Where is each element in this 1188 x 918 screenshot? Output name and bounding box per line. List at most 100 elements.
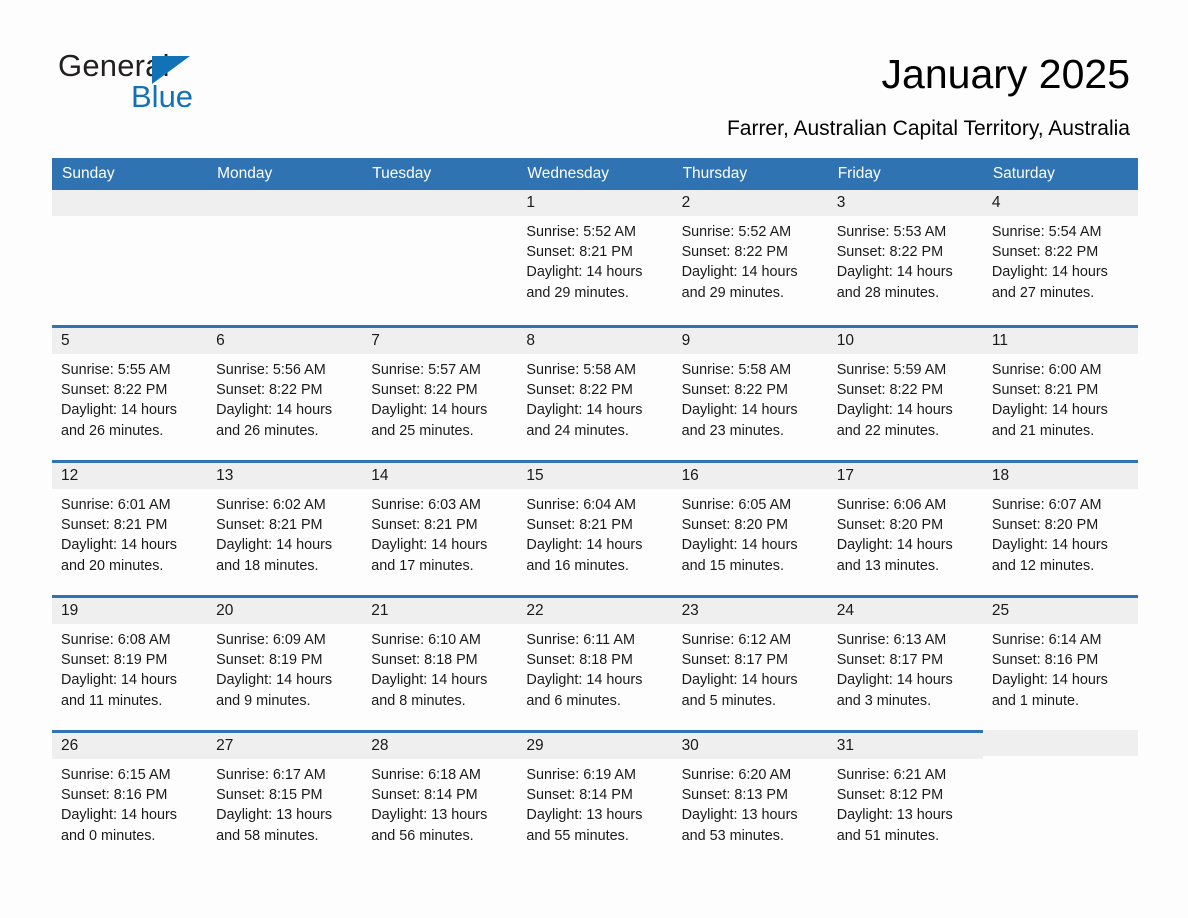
day-cell-18[interactable]: 18 Sunrise: 6:07 AM Sunset: 8:20 PM Dayligh… — [982, 460, 1138, 595]
day-cell-9[interactable]: 9 Sunrise: 5:58 AM Sunset: 8:22 PM Daylight… — [672, 325, 828, 460]
day-cell-20[interactable]: 20 Sunrise: 6:09 AM Sunset: 8:19 PM Dayligh… — [207, 595, 363, 730]
sunrise-text: Sunrise: 5:52 AM — [526, 224, 637, 240]
day-number: 8 — [526, 332, 536, 349]
sunset-text: Sunset: 8:20 PM — [836, 517, 944, 534]
sunrise-text: Sunrise: 6:21 AM — [836, 767, 947, 783]
calendar-day-cell: 4 Sunrise: 5:54 AM Sunset: 8:22 PM Daylight… — [982, 190, 1138, 325]
sunrise-text: Sunrise: 6:12 AM — [681, 632, 792, 648]
day-details: Sunrise: 6:15 AM Sunset: 8:16 PM Daylight:… — [52, 759, 207, 846]
day-number: 7 — [371, 332, 380, 349]
day-cell-2[interactable]: 2 Sunrise: 5:52 AM Sunset: 8:22 PM Daylight… — [672, 190, 828, 325]
day-cell-8[interactable]: 8 Sunrise: 5:58 AM Sunset: 8:22 PM Daylight… — [517, 325, 673, 460]
day-details: Sunrise: 6:08 AM Sunset: 8:19 PM Daylight:… — [52, 624, 207, 711]
day-number-band: 18 — [982, 463, 1138, 489]
day-cell-12[interactable]: 12 Sunrise: 6:01 AM Sunset: 8:21 PM Dayligh… — [52, 460, 208, 595]
day-cell-empty — [52, 190, 208, 325]
day-cell-16[interactable]: 16 Sunrise: 6:05 AM Sunset: 8:20 PM Dayligh… — [672, 460, 828, 595]
day-cell-27[interactable]: 27 Sunrise: 6:17 AM Sunset: 8:15 PM Dayligh… — [207, 730, 363, 865]
weekday-header-wednesday: Wednesday — [517, 158, 673, 190]
day-cell-19[interactable]: 19 Sunrise: 6:08 AM Sunset: 8:19 PM Dayligh… — [52, 595, 208, 730]
day-number-band: 11 — [982, 328, 1138, 354]
sunset-text: Sunset: 8:14 PM — [526, 787, 633, 804]
day-number: 3 — [836, 194, 846, 211]
sunset-text: Sunset: 8:14 PM — [371, 787, 478, 804]
sunset-text: Sunset: 8:20 PM — [991, 517, 1099, 534]
sunset-text: Sunset: 8:18 PM — [526, 652, 633, 669]
day-cell-29[interactable]: 29 Sunrise: 6:19 AM Sunset: 8:14 PM Dayligh… — [517, 730, 673, 865]
sunrise-text: Sunrise: 6:01 AM — [61, 497, 171, 513]
sunrise-text: Sunrise: 6:00 AM — [991, 362, 1102, 378]
calendar-day-cell: 30 Sunrise: 6:20 AM Sunset: 8:13 PM Dayligh… — [672, 730, 828, 865]
day-details: Sunrise: 6:20 AM Sunset: 8:13 PM Daylight:… — [673, 759, 828, 846]
sunset-text: Sunset: 8:22 PM — [836, 244, 944, 261]
day-number: 28 — [371, 737, 389, 754]
day-cell-21[interactable]: 21 Sunrise: 6:10 AM Sunset: 8:18 PM Dayligh… — [362, 595, 518, 730]
day-cell-1[interactable]: 1 Sunrise: 5:52 AM Sunset: 8:21 PM Daylight… — [517, 190, 673, 325]
day-number-band: 1 — [517, 190, 673, 216]
day-details: Sunrise: 5:58 AM Sunset: 8:22 PM Daylight:… — [673, 354, 828, 441]
day-number: 9 — [681, 332, 691, 349]
day-details: Sunrise: 6:14 AM Sunset: 8:16 PM Daylight:… — [983, 624, 1138, 711]
day-cell-31[interactable]: 31 Sunrise: 6:21 AM Sunset: 8:12 PM Dayligh… — [827, 730, 983, 865]
day-number-band: 17 — [827, 463, 983, 489]
day-details: Sunrise: 5:57 AM Sunset: 8:22 PM Daylight:… — [362, 354, 517, 441]
day-number-band: 2 — [672, 190, 828, 216]
day-cell-25[interactable]: 25 Sunrise: 6:14 AM Sunset: 8:16 PM Dayligh… — [982, 595, 1138, 730]
sunset-text: Sunset: 8:17 PM — [681, 652, 788, 669]
sunset-text: Sunset: 8:21 PM — [371, 517, 478, 534]
calendar-day-cell: 10 Sunrise: 5:59 AM Sunset: 8:22 PM Dayligh… — [827, 325, 983, 460]
day-number: 25 — [991, 602, 1010, 619]
day-details: Sunrise: 6:09 AM Sunset: 8:19 PM Daylight:… — [207, 624, 362, 711]
daylight-text: Daylight: 14 hours and 20 minutes. — [61, 537, 177, 574]
calendar-day-cell: 22 Sunrise: 6:11 AM Sunset: 8:18 PM Dayligh… — [517, 595, 673, 730]
day-number: 15 — [526, 467, 544, 484]
day-details: Sunrise: 6:19 AM Sunset: 8:14 PM Daylight:… — [517, 759, 672, 846]
day-cell-empty — [362, 190, 518, 325]
sunset-text: Sunset: 8:16 PM — [61, 787, 168, 804]
day-cell-4[interactable]: 4 Sunrise: 5:54 AM Sunset: 8:22 PM Daylight… — [982, 190, 1138, 325]
day-cell-5[interactable]: 5 Sunrise: 5:55 AM Sunset: 8:22 PM Daylight… — [52, 325, 208, 460]
calendar-body: 1 Sunrise: 5:52 AM Sunset: 8:21 PM Daylight… — [52, 190, 1138, 865]
day-details: Sunrise: 5:54 AM Sunset: 8:22 PM Daylight:… — [983, 216, 1138, 303]
calendar-header-row: Sunday Monday Tuesday Wednesday Thursday… — [52, 158, 1138, 190]
calendar-day-cell: 1 Sunrise: 5:52 AM Sunset: 8:21 PM Daylight… — [517, 190, 673, 325]
day-cell-22[interactable]: 22 Sunrise: 6:11 AM Sunset: 8:18 PM Dayligh… — [517, 595, 673, 730]
day-number-band: 9 — [672, 328, 828, 354]
day-cell-13[interactable]: 13 Sunrise: 6:02 AM Sunset: 8:21 PM Dayligh… — [207, 460, 363, 595]
day-cell-10[interactable]: 10 Sunrise: 5:59 AM Sunset: 8:22 PM Dayligh… — [827, 325, 983, 460]
day-cell-17[interactable]: 17 Sunrise: 6:06 AM Sunset: 8:20 PM Dayligh… — [827, 460, 983, 595]
sunrise-text: Sunrise: 6:14 AM — [991, 632, 1102, 648]
sunset-text: Sunset: 8:22 PM — [991, 244, 1099, 261]
day-cell-30[interactable]: 30 Sunrise: 6:20 AM Sunset: 8:13 PM Dayligh… — [672, 730, 828, 865]
general-blue-logo[interactable]: General Blue — [58, 50, 318, 120]
day-number-band: 3 — [827, 190, 983, 216]
day-number-band: 23 — [672, 598, 828, 624]
day-number-band: 16 — [672, 463, 828, 489]
sunset-text: Sunset: 8:21 PM — [61, 517, 168, 534]
calendar-day-cell: 8 Sunrise: 5:58 AM Sunset: 8:22 PM Daylight… — [517, 325, 673, 460]
sunset-text: Sunset: 8:21 PM — [526, 517, 633, 534]
sunrise-text: Sunrise: 6:09 AM — [216, 632, 326, 648]
daylight-text: Daylight: 14 hours and 21 minutes. — [991, 402, 1108, 439]
day-number: 27 — [216, 737, 234, 754]
day-cell-23[interactable]: 23 Sunrise: 6:12 AM Sunset: 8:17 PM Dayligh… — [672, 595, 828, 730]
day-cell-7[interactable]: 7 Sunrise: 5:57 AM Sunset: 8:22 PM Daylight… — [362, 325, 518, 460]
day-cell-28[interactable]: 28 Sunrise: 6:18 AM Sunset: 8:14 PM Dayligh… — [362, 730, 518, 865]
day-number: 16 — [681, 467, 699, 484]
day-cell-6[interactable]: 6 Sunrise: 5:56 AM Sunset: 8:22 PM Daylight… — [207, 325, 363, 460]
daylight-text: Daylight: 14 hours and 23 minutes. — [681, 402, 798, 439]
daylight-text: Daylight: 13 hours and 53 minutes. — [681, 807, 798, 844]
daylight-text: Daylight: 13 hours and 56 minutes. — [371, 807, 488, 844]
sunrise-text: Sunrise: 6:17 AM — [216, 767, 326, 783]
day-cell-26[interactable]: 26 Sunrise: 6:15 AM Sunset: 8:16 PM Dayligh… — [52, 730, 208, 865]
calendar-day-cell: 20 Sunrise: 6:09 AM Sunset: 8:19 PM Dayligh… — [207, 595, 363, 730]
day-cell-24[interactable]: 24 Sunrise: 6:13 AM Sunset: 8:17 PM Dayligh… — [827, 595, 983, 730]
calendar-day-cell: 5 Sunrise: 5:55 AM Sunset: 8:22 PM Daylight… — [52, 325, 208, 460]
day-cell-11[interactable]: 11 Sunrise: 6:00 AM Sunset: 8:21 PM Dayligh… — [982, 325, 1138, 460]
day-cell-15[interactable]: 15 Sunrise: 6:04 AM Sunset: 8:21 PM Dayligh… — [517, 460, 673, 595]
day-cell-3[interactable]: 3 Sunrise: 5:53 AM Sunset: 8:22 PM Daylight… — [827, 190, 983, 325]
day-cell-14[interactable]: 14 Sunrise: 6:03 AM Sunset: 8:21 PM Dayligh… — [362, 460, 518, 595]
calendar-day-cell: 3 Sunrise: 5:53 AM Sunset: 8:22 PM Daylight… — [827, 190, 983, 325]
sunrise-text: Sunrise: 6:07 AM — [991, 497, 1102, 513]
daylight-text: Daylight: 14 hours and 22 minutes. — [836, 402, 953, 439]
